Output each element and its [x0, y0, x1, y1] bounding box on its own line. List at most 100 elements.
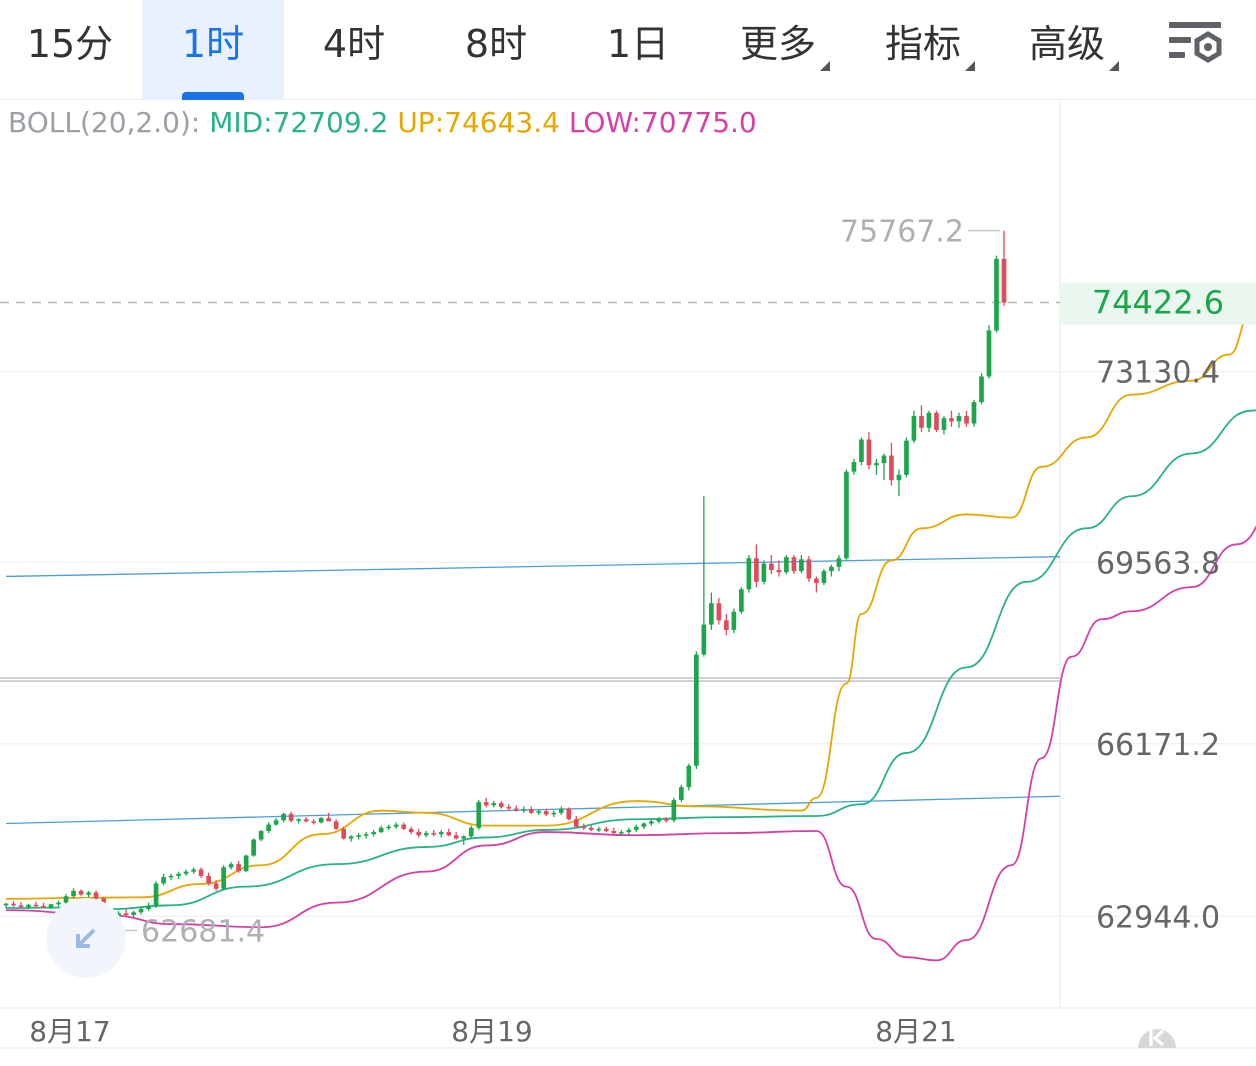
candle-body [956, 416, 962, 422]
candle-body [258, 830, 264, 840]
candle-body [784, 557, 789, 573]
tab-advanced[interactable]: 高级 [1004, 0, 1144, 100]
candle [393, 822, 399, 829]
candle-body [363, 834, 369, 836]
candle [986, 325, 992, 379]
candle-body [881, 455, 887, 464]
candle-body [266, 824, 271, 831]
candle [416, 828, 422, 838]
tab-15min[interactable]: 15分 [0, 0, 140, 100]
candle-body [461, 836, 467, 839]
candle-body [739, 589, 744, 612]
candle [288, 811, 294, 823]
candle [573, 816, 579, 828]
candle [881, 453, 887, 481]
current-price-label: 74422.6 [1092, 284, 1224, 322]
candle [168, 873, 174, 881]
candle-body [356, 835, 362, 837]
candle [318, 817, 324, 824]
candle-body [919, 416, 924, 428]
tab-more[interactable]: 更多 [710, 0, 860, 100]
candle [731, 608, 737, 634]
candle-body [633, 826, 639, 830]
candle [56, 900, 61, 907]
candle [491, 801, 497, 808]
candle [183, 869, 189, 876]
candle [453, 832, 459, 840]
candle-body [949, 418, 954, 422]
candle-body [138, 909, 144, 913]
candle [161, 873, 166, 886]
candle-body [934, 412, 939, 430]
candle-body [318, 818, 324, 823]
candle [739, 587, 744, 614]
candle-body [206, 875, 211, 884]
candle [626, 827, 632, 835]
scroll-to-latest-button[interactable] [1138, 1029, 1176, 1048]
tab-1day[interactable]: 1日 [568, 0, 708, 100]
candle [851, 458, 857, 475]
candle [468, 825, 474, 839]
candle-body [724, 620, 729, 630]
candle [724, 613, 729, 636]
candle [311, 819, 316, 825]
candle-body [761, 563, 767, 582]
candle-body [93, 892, 99, 899]
candle-body [536, 811, 542, 813]
candle-body [821, 571, 827, 583]
candle [934, 410, 939, 433]
candle [221, 865, 226, 890]
candle-body [806, 559, 812, 579]
candle [941, 416, 947, 435]
tab-indicators[interactable]: 指标 [860, 0, 1000, 100]
candle [686, 763, 692, 791]
tab-1hour[interactable]: 1时 [142, 0, 284, 100]
tab-8hour[interactable]: 8时 [426, 0, 566, 100]
candle [176, 871, 181, 880]
candle-body [716, 603, 722, 621]
zoom-out-button[interactable] [46, 898, 126, 978]
candle-body [183, 871, 189, 874]
candle [401, 822, 407, 830]
candle-body [979, 376, 984, 403]
candle-body [851, 462, 857, 472]
candle-body [701, 624, 707, 655]
candle-body [326, 818, 331, 822]
chart-settings-icon[interactable] [1166, 16, 1228, 70]
candle [551, 810, 557, 818]
candle-body [558, 808, 564, 813]
candle [333, 819, 339, 830]
candle-body [408, 828, 414, 833]
candlestick-chart[interactable]: 74422.6 75767.2 62681.4 73130.4 69563.8 … [0, 100, 1256, 1066]
candle [371, 829, 377, 837]
candle [153, 881, 159, 909]
candle-body [483, 802, 489, 806]
candle [566, 807, 572, 821]
candle [431, 829, 437, 837]
tab-4hour[interactable]: 4时 [284, 0, 424, 100]
candle-body [146, 905, 151, 910]
y-tick-label: 62944.0 [1096, 900, 1220, 935]
candle-body [656, 819, 662, 822]
candle-body [866, 439, 872, 466]
candle [498, 801, 504, 809]
candle-body [573, 819, 579, 827]
candle [588, 825, 594, 831]
candle [979, 373, 984, 405]
candle-body [671, 799, 677, 821]
candle [859, 437, 864, 466]
candle-body [829, 566, 834, 572]
candle [956, 412, 962, 428]
candle [701, 496, 707, 657]
candle [911, 410, 917, 443]
candle-body [776, 570, 782, 573]
candle [281, 812, 286, 823]
candles [3, 230, 1007, 920]
candle [33, 901, 39, 907]
candle [581, 823, 587, 830]
x-tick-label: 8月21 [875, 1015, 956, 1048]
candle-body [836, 558, 842, 567]
candle-body [288, 813, 294, 821]
y-tick-label: 73130.4 [1096, 356, 1220, 391]
candle [356, 833, 362, 840]
